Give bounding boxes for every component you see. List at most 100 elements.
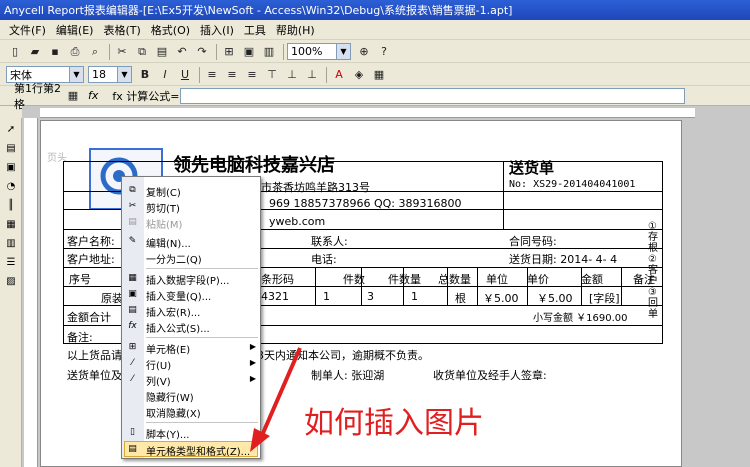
row-partial[interactable]: 原装 — [101, 290, 123, 306]
undo-icon[interactable]: ↶ — [173, 43, 191, 61]
new-file-icon[interactable]: ▯ — [6, 43, 24, 61]
menu-edit-cell[interactable]: 编辑(N)... — [146, 235, 191, 250]
valign-top-icon[interactable]: ⊤ — [263, 66, 281, 84]
menu-bar: 文件(F) 编辑(E) 表格(T) 格式(O) 插入(I) 工具 帮助(H) — [0, 20, 750, 40]
chevron-down-icon: ▼ — [69, 67, 83, 82]
th-count-qty[interactable]: 件数量 — [388, 271, 421, 287]
zoom-value: 100% — [291, 45, 323, 58]
big-total[interactable]: 小写金额 ￥1690.00 — [533, 309, 628, 324]
valign-bottom-icon[interactable]: ⊥ — [303, 66, 321, 84]
menu-column[interactable]: 列(V) — [146, 373, 171, 388]
cell-unit[interactable]: 根 — [455, 290, 466, 306]
border-icon[interactable]: ▦ — [370, 66, 388, 84]
menu-copy[interactable]: 复制(C) — [146, 184, 181, 199]
valign-middle-icon[interactable]: ⊥ — [283, 66, 301, 84]
paste-icon[interactable]: ▤ — [153, 43, 171, 61]
cell-amount[interactable]: ￥5.00 — [537, 290, 573, 306]
font-size-select[interactable]: 18 ▼ — [88, 66, 132, 83]
italic-icon[interactable]: I — [156, 66, 174, 84]
cell-count[interactable]: 1 — [323, 290, 330, 303]
menu-paste[interactable]: 粘贴(M) — [146, 216, 182, 231]
grid-icon[interactable]: ▥ — [3, 235, 19, 251]
menu-cell[interactable]: 单元格(E) — [146, 341, 190, 356]
align-center-icon[interactable]: ≡ — [223, 66, 241, 84]
copy-icon[interactable]: ⧉ — [133, 43, 151, 61]
merge-cells-icon[interactable]: ⊞ — [220, 43, 238, 61]
script-icon: ▯ — [130, 426, 135, 437]
th-index[interactable]: 序号 — [69, 271, 91, 287]
cell-table-icon[interactable]: ▦ — [64, 87, 82, 105]
menu-insert[interactable]: 插入(I) — [195, 22, 239, 38]
pointer-icon[interactable]: ➚ — [3, 121, 19, 137]
chart-icon[interactable]: ◔ — [3, 178, 19, 194]
font-color-icon[interactable]: A — [330, 66, 348, 84]
barcode-icon[interactable]: ║ — [3, 197, 19, 213]
align-right-icon[interactable]: ≡ — [243, 66, 261, 84]
customer-name-label[interactable]: 客户名称: — [67, 233, 115, 249]
menu-script[interactable]: 脚本(Y)... — [146, 426, 189, 441]
customer-address-label[interactable]: 客户地址: — [67, 251, 115, 267]
fill-color-icon[interactable]: ◈ — [350, 66, 368, 84]
formula-input[interactable] — [180, 88, 685, 104]
cell-count-qty[interactable]: 3 — [367, 290, 374, 303]
list-icon[interactable]: ☰ — [3, 254, 19, 270]
print-preview-icon[interactable]: ⌕ — [86, 43, 104, 61]
contract-label[interactable]: 合同号码: — [509, 233, 557, 249]
company-name[interactable]: 领先电脑科技嘉兴店 — [173, 151, 335, 177]
menu-insert-formula[interactable]: 插入公式(S)... — [146, 320, 210, 335]
menu-insert-macro[interactable]: 插入宏(R)... — [146, 304, 200, 319]
menu-insert-field[interactable]: 插入数据字段(P)... — [146, 272, 229, 287]
menu-table[interactable]: 表格(T) — [98, 22, 145, 38]
insert-image-icon[interactable]: ▣ — [240, 43, 258, 61]
chart-icon[interactable]: ▥ — [260, 43, 278, 61]
contact-label[interactable]: 联系人: — [311, 233, 348, 249]
image-icon[interactable]: ▣ — [3, 159, 19, 175]
tel-label[interactable]: 电话: — [311, 251, 337, 267]
font-size-value: 18 — [92, 68, 106, 81]
horizontal-ruler — [40, 108, 695, 118]
save-icon[interactable]: ▪ — [46, 43, 64, 61]
fx-label[interactable]: fx — [88, 89, 98, 102]
th-amount[interactable]: 金额 — [581, 271, 603, 287]
menu-split[interactable]: 一分为二(Q) — [146, 251, 202, 266]
cell-barcode[interactable]: 4321 — [261, 290, 289, 303]
menu-file[interactable]: 文件(F) — [4, 22, 51, 38]
th-total-qty[interactable]: 总数量 — [438, 271, 471, 287]
print-icon[interactable]: ⎙ — [66, 43, 84, 61]
zoom-in-icon[interactable]: ⊕ — [355, 43, 373, 61]
menu-edit[interactable]: 编辑(E) — [51, 22, 99, 38]
total-label[interactable]: 金额合计 — [67, 309, 111, 325]
cell-total-qty[interactable]: 1 — [411, 290, 418, 303]
web-text[interactable]: yweb.com — [269, 215, 325, 228]
photo-icon[interactable]: ▨ — [3, 273, 19, 289]
menu-insert-variable[interactable]: 插入变量(Q)... — [146, 288, 211, 303]
menu-tools[interactable]: 工具 — [239, 22, 271, 38]
th-barcode[interactable]: 条形码 — [261, 271, 294, 287]
help-icon[interactable]: ? — [375, 43, 393, 61]
menu-cut[interactable]: 剪切(T) — [146, 200, 180, 215]
menu-row[interactable]: 行(U) — [146, 357, 171, 372]
bold-icon[interactable]: B — [136, 66, 154, 84]
text-icon[interactable]: ▤ — [3, 140, 19, 156]
cut-icon[interactable]: ✂ — [113, 43, 131, 61]
menu-unhide[interactable]: 取消隐藏(X) — [146, 405, 201, 420]
receiver-label[interactable]: 收货单位及经手人签章: — [433, 367, 547, 383]
menu-hide-row[interactable]: 隐藏行(W) — [146, 389, 194, 404]
ship-date[interactable]: 送货日期: 2014- 4- 4 — [509, 251, 617, 267]
open-folder-icon[interactable]: ▰ — [26, 43, 44, 61]
handler-text[interactable]: 制单人: 张迎湖 — [311, 367, 384, 383]
align-left-icon[interactable]: ≡ — [203, 66, 221, 84]
underline-icon[interactable]: U — [176, 66, 194, 84]
menu-help[interactable]: 帮助(H) — [271, 22, 320, 38]
cell-note[interactable]: [字段] — [589, 290, 620, 306]
cell-price[interactable]: ￥5.00 — [483, 290, 519, 306]
th-unit[interactable]: 单位 — [486, 271, 508, 287]
th-price[interactable]: 单价 — [527, 271, 549, 287]
redo-icon[interactable]: ↷ — [193, 43, 211, 61]
table-icon[interactable]: ▦ — [3, 216, 19, 232]
copy-icon: ⧉ — [129, 184, 136, 195]
menu-format[interactable]: 格式(O) — [146, 22, 195, 38]
cell-format-icon: ▤ — [128, 443, 137, 454]
document-number[interactable]: No: XS29-201404041001 — [509, 179, 635, 190]
zoom-select[interactable]: 100% ▼ — [287, 43, 351, 60]
